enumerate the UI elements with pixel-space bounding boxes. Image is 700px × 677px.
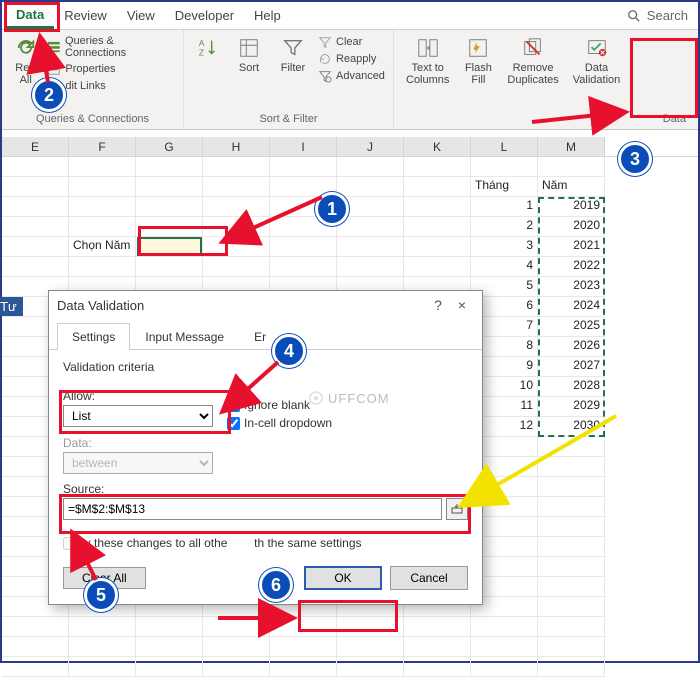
cell[interactable]: 2 — [471, 217, 538, 237]
allow-label: Allow: — [63, 389, 213, 403]
edit-links-button[interactable]: dit Links — [45, 78, 177, 94]
flash-fill-button[interactable]: Flash Fill — [457, 34, 499, 88]
group-label-sortfilter: Sort & Filter — [190, 111, 387, 125]
flash-fill-icon — [467, 37, 489, 59]
tab-developer[interactable]: Developer — [165, 4, 244, 27]
clear-icon — [318, 35, 332, 49]
weekday-cell: ứ Tư — [0, 297, 23, 316]
col-header-H[interactable]: H — [203, 137, 270, 156]
cell[interactable]: 4 — [471, 257, 538, 277]
data-validation-dialog: Data Validation ? × Settings Input Messa… — [48, 290, 483, 605]
clear-button[interactable]: Clear — [316, 34, 387, 50]
ribbon: Refr All Queries & Connections Propertie… — [2, 30, 698, 130]
cell[interactable]: Chọn Năm — [69, 237, 136, 257]
sort-icon — [238, 37, 260, 59]
incell-dropdown-checkbox[interactable] — [227, 417, 240, 430]
text-to-columns-icon — [417, 37, 439, 59]
source-input[interactable] — [63, 498, 442, 520]
col-header-F[interactable]: F — [69, 137, 136, 156]
collapse-icon — [451, 503, 463, 515]
links-icon — [47, 79, 61, 93]
incell-dropdown-label: In-cell dropdown — [244, 416, 332, 430]
sort-az-icon: AZ — [197, 37, 219, 59]
search-box[interactable]: Search — [617, 8, 698, 23]
tab-data[interactable]: Data — [6, 3, 54, 29]
tab-review[interactable]: Review — [54, 4, 117, 27]
source-ref-button[interactable] — [446, 498, 468, 520]
dialog-tab-input-message[interactable]: Input Message — [130, 323, 239, 350]
ignore-blank-label: Ignore blank — [244, 398, 310, 412]
queries-icon — [47, 40, 61, 54]
col-header-G[interactable]: G — [136, 137, 203, 156]
col-header-M[interactable]: M — [538, 137, 605, 156]
search-label: Search — [647, 8, 688, 23]
allow-select[interactable]: List — [63, 405, 213, 427]
filter-icon — [282, 37, 304, 59]
watermark-icon — [308, 390, 324, 406]
sort-az-button[interactable]: AZ — [190, 34, 226, 64]
col-header-I[interactable]: I — [270, 137, 337, 156]
text-to-columns-button[interactable]: Text to Columns — [400, 34, 455, 88]
dialog-tab-error-alert[interactable]: Er — [239, 323, 281, 350]
ribbon-tabs: Data Review View Developer Help Search — [2, 2, 698, 30]
watermark: UFFCOM — [308, 390, 390, 406]
advanced-button[interactable]: Advanced — [316, 68, 387, 84]
dialog-close-button[interactable]: × — [450, 297, 474, 313]
data-label: Data: — [63, 436, 468, 450]
group-label-datatools: Data — [400, 111, 692, 125]
marching-ants-selection — [538, 197, 605, 437]
active-cell[interactable] — [137, 237, 202, 256]
reapply-button[interactable]: Reapply — [316, 51, 387, 67]
filter-button[interactable]: Filter — [272, 34, 314, 76]
cell[interactable]: Tháng — [471, 177, 538, 197]
col-header-E[interactable]: E — [2, 137, 69, 156]
col-header-L[interactable]: L — [471, 137, 538, 156]
cell[interactable]: 1 — [471, 197, 538, 217]
dialog-title: Data Validation — [57, 298, 144, 313]
data-validation-icon — [586, 37, 608, 59]
dialog-tab-settings[interactable]: Settings — [57, 323, 130, 350]
remove-duplicates-button[interactable]: Remove Duplicates — [501, 34, 564, 88]
ignore-blank-checkbox[interactable] — [227, 399, 240, 412]
refresh-icon — [15, 37, 37, 59]
reapply-icon — [318, 52, 332, 66]
properties-button[interactable]: Properties — [45, 61, 177, 77]
apply-all-label: ly these changes to all othe th the same… — [82, 536, 362, 550]
queries-connections-button[interactable]: Queries & Connections — [45, 34, 177, 60]
group-label-queries: Queries & Connections — [8, 111, 177, 125]
tab-view[interactable]: View — [117, 4, 165, 27]
refresh-all-button[interactable]: Refr All — [8, 34, 43, 88]
dialog-help-button[interactable]: ? — [426, 297, 450, 313]
search-icon — [627, 9, 641, 23]
properties-icon — [47, 62, 61, 76]
cell[interactable]: Năm — [538, 177, 605, 197]
svg-text:Z: Z — [199, 48, 204, 57]
data-select: between — [63, 452, 213, 474]
sort-button[interactable]: Sort — [228, 34, 270, 76]
cell[interactable]: 3 — [471, 237, 538, 257]
data-validation-button[interactable]: Data Validation — [567, 34, 627, 88]
source-label: Source: — [63, 482, 468, 496]
connections-stack: Queries & Connections Properties dit Lin… — [45, 34, 177, 94]
col-header-K[interactable]: K — [404, 137, 471, 156]
svg-text:A: A — [199, 39, 205, 48]
apply-all-checkbox — [63, 537, 76, 550]
validation-criteria-label: Validation criteria — [63, 360, 468, 374]
col-header-J[interactable]: J — [337, 137, 404, 156]
tab-help[interactable]: Help — [244, 4, 291, 27]
ok-button[interactable]: OK — [304, 566, 382, 590]
remove-duplicates-icon — [522, 37, 544, 59]
clear-all-button[interactable]: Clear All — [63, 567, 146, 589]
cancel-button[interactable]: Cancel — [390, 566, 468, 590]
advanced-icon — [318, 69, 332, 83]
